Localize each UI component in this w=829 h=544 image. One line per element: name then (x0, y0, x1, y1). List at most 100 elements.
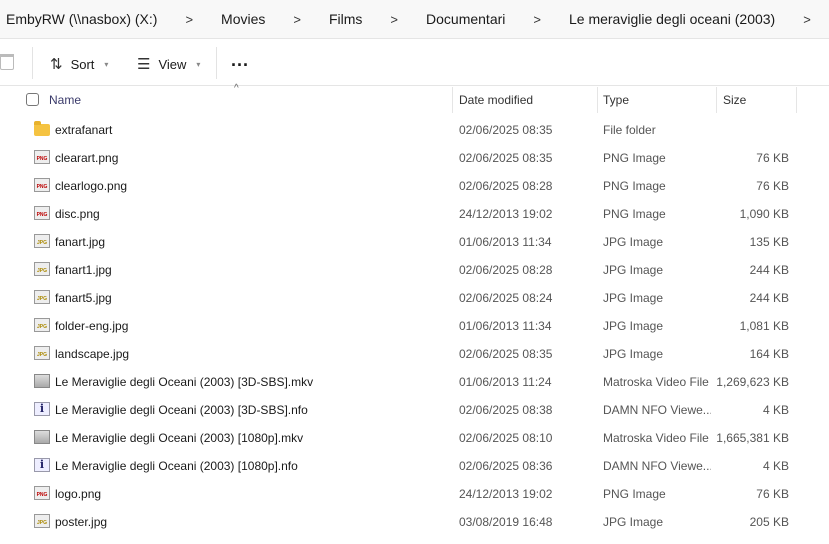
png-file-icon: PNG (34, 486, 50, 500)
file-type: Matroska Video File (603, 431, 709, 445)
file-date: 03/08/2019 16:48 (459, 515, 553, 529)
file-row[interactable]: PNG clearlogo.png 02/06/2025 08:28 PNG Im… (0, 172, 829, 200)
file-size: 76 KB (756, 151, 789, 165)
column-size[interactable]: Size (723, 93, 746, 107)
chevron-right-icon[interactable]: > (390, 12, 398, 27)
file-row[interactable]: JPG fanart.jpg 01/06/2013 11:34 JPG Image… (0, 228, 829, 256)
file-name: fanart.jpg (55, 235, 106, 249)
view-label: View (158, 56, 187, 72)
jpg-file-icon: JPG (34, 262, 50, 276)
file-type: DAMN NFO Viewe... (603, 403, 711, 417)
chevron-down-icon: ▾ (104, 59, 109, 69)
file-row[interactable]: JPG fanart1.jpg 02/06/2025 08:28 JPG Imag… (0, 256, 829, 284)
breadcrumb-documentari[interactable]: Documentari (426, 11, 505, 27)
file-type: PNG Image (603, 179, 666, 193)
file-row[interactable]: i Le Meraviglie degli Oceani (2003) [1080… (0, 452, 829, 480)
file-name: poster.jpg (55, 515, 108, 529)
file-name: Le Meraviglie degli Oceani (2003) [1080p… (55, 431, 304, 445)
column-type[interactable]: Type (603, 93, 629, 107)
jpg-file-icon: JPG (34, 514, 50, 528)
breadcrumb-films[interactable]: Films (329, 11, 362, 27)
file-type: JPG Image (603, 319, 664, 333)
file-type: PNG Image (603, 207, 666, 221)
sort-button[interactable]: ⇅ Sort ▾ (50, 55, 108, 73)
file-row[interactable]: JPG folder-eng.jpg 01/06/2013 11:34 JPG I… (0, 312, 829, 340)
chevron-right-icon[interactable]: > (185, 12, 193, 27)
file-type: PNG Image (603, 151, 666, 165)
file-size: 1,081 KB (739, 319, 789, 333)
file-size: 1,665,381 KB (716, 431, 789, 445)
jpg-file-icon: JPG (34, 318, 50, 332)
breadcrumb: EmbyRW (\\nasbox) (X:) > Movies > Films > D… (0, 0, 829, 39)
file-size: 4 KB (762, 403, 789, 417)
file-date: 02/06/2025 08:28 (459, 179, 553, 193)
jpg-file-icon: JPG (34, 290, 50, 304)
delete-icon[interactable] (0, 54, 14, 70)
file-row[interactable]: PNG logo.png 24/12/2013 19:02 PNG Image 7… (0, 480, 829, 508)
jpg-file-icon: JPG (34, 234, 50, 248)
chevron-right-icon[interactable]: > (533, 12, 541, 27)
file-size: 164 KB (749, 347, 789, 361)
file-row[interactable]: JPG landscape.jpg 02/06/2025 08:35 JPG Im… (0, 340, 829, 368)
file-type: PNG Image (603, 487, 666, 501)
video-file-icon (34, 430, 50, 444)
jpg-file-icon: JPG (34, 346, 50, 360)
file-date: 01/06/2013 11:34 (459, 319, 552, 333)
file-name: clearart.png (55, 151, 119, 165)
file-size: 76 KB (756, 487, 789, 501)
column-header: ^ Name Date modified Type Size (0, 83, 829, 113)
file-row[interactable]: i Le Meraviglie degli Oceani (2003) [3D-S… (0, 396, 829, 424)
file-size: 244 KB (749, 263, 789, 277)
file-date: 02/06/2025 08:35 (459, 151, 553, 165)
sort-ascending-icon: ^ (234, 83, 239, 94)
file-date: 01/06/2013 11:34 (459, 235, 552, 249)
file-date: 02/06/2025 08:10 (459, 431, 553, 445)
file-row[interactable]: Le Meraviglie degli Oceani (2003) [1080p… (0, 424, 829, 452)
chevron-down-icon: ▾ (196, 59, 201, 69)
file-type: JPG Image (603, 515, 664, 529)
file-date: 02/06/2025 08:38 (459, 403, 553, 417)
chevron-right-icon[interactable]: > (293, 12, 301, 27)
command-bar: ⇅ Sort ▾ ☰ View ▾ ... (0, 40, 829, 86)
chevron-right-icon[interactable]: > (803, 12, 811, 27)
file-date: 02/06/2025 08:36 (459, 459, 553, 473)
file-name: landscape.jpg (55, 347, 130, 361)
file-row[interactable]: JPG fanart5.jpg 02/06/2025 08:24 JPG Imag… (0, 284, 829, 312)
file-size: 1,269,623 KB (716, 375, 789, 389)
file-name: fanart1.jpg (55, 263, 112, 277)
file-row[interactable]: PNG clearart.png 02/06/2025 08:35 PNG Ima… (0, 144, 829, 172)
file-name: fanart5.jpg (55, 291, 112, 305)
file-type: File folder (603, 123, 656, 137)
file-type: DAMN NFO Viewe... (603, 459, 711, 473)
file-name: Le Meraviglie degli Oceani (2003) [3D-SB… (55, 375, 314, 389)
png-file-icon: PNG (34, 178, 50, 192)
png-file-icon: PNG (34, 150, 50, 164)
file-size: 76 KB (756, 179, 789, 193)
png-file-icon: PNG (34, 206, 50, 220)
breadcrumb-movies[interactable]: Movies (221, 11, 265, 27)
breadcrumb-drive[interactable]: EmbyRW (\\nasbox) (X:) (6, 11, 157, 27)
file-name: extrafanart (55, 123, 113, 137)
file-row[interactable]: PNG disc.png 24/12/2013 19:02 PNG Image 1… (0, 200, 829, 228)
file-name: folder-eng.jpg (55, 319, 129, 333)
more-options-button[interactable]: ... (231, 50, 249, 71)
list-view-icon: ☰ (137, 56, 151, 73)
file-size: 244 KB (749, 291, 789, 305)
file-date: 02/06/2025 08:35 (459, 123, 553, 137)
file-name: Le Meraviglie degli Oceani (2003) [3D-SB… (55, 403, 308, 417)
file-date: 02/06/2025 08:35 (459, 347, 553, 361)
file-row[interactable]: JPG poster.jpg 03/08/2019 16:48 JPG Image… (0, 508, 829, 536)
file-type: JPG Image (603, 235, 664, 249)
column-name[interactable]: Name (49, 93, 81, 107)
view-button[interactable]: ☰ View ▾ (137, 55, 200, 73)
file-row[interactable]: extrafanart 02/06/2025 08:35 File folder (0, 116, 829, 144)
select-all-checkbox[interactable] (26, 93, 39, 106)
column-date[interactable]: Date modified (459, 93, 533, 107)
file-name: logo.png (55, 487, 102, 501)
file-date: 02/06/2025 08:28 (459, 263, 553, 277)
file-row[interactable]: Le Meraviglie degli Oceani (2003) [3D-SB… (0, 368, 829, 396)
breadcrumb-current[interactable]: Le meraviglie degli oceani (2003) (569, 11, 775, 27)
file-name: Le Meraviglie degli Oceani (2003) [1080p… (55, 459, 298, 473)
file-type: JPG Image (603, 291, 664, 305)
file-date: 01/06/2013 11:24 (459, 375, 552, 389)
